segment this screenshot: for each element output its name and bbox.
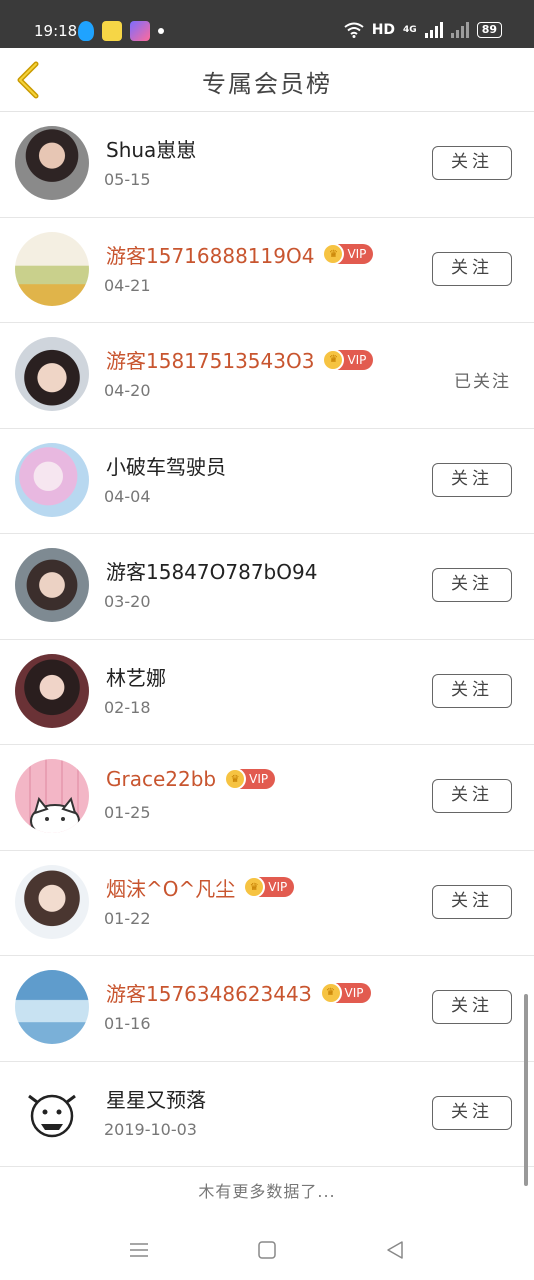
member-date: 02-18 — [104, 697, 151, 717]
member-list[interactable]: Shua崽崽 05-15 关注 游客15716888119O4 ♛ VIP 04-… — [0, 112, 534, 1167]
member-date: 01-25 — [104, 803, 151, 822]
scrollbar[interactable] — [524, 994, 528, 1186]
avatar[interactable] — [15, 548, 89, 622]
follow-button[interactable]: 关注 — [432, 1095, 512, 1130]
avatar[interactable] — [15, 864, 89, 939]
follow-button[interactable]: 关注 — [432, 884, 512, 919]
member-name[interactable]: 烟沫^O^凡尘 — [106, 873, 235, 902]
wifi-icon — [344, 22, 364, 38]
member-row[interactable]: 烟沫^O^凡尘 ♛ VIP 01-22 关注 — [0, 851, 534, 956]
avatar[interactable] — [15, 759, 89, 833]
app-icon — [130, 21, 150, 41]
app-header: 专属会员榜 — [0, 48, 534, 112]
signal-type: 4G — [403, 25, 417, 35]
page-title: 专属会员榜 — [202, 70, 332, 98]
follow-button[interactable]: 关注 — [432, 146, 512, 180]
avatar[interactable] — [15, 442, 89, 517]
square-icon — [258, 1241, 276, 1259]
status-bar: 19:18 HD 4G 89 — [0, 0, 534, 48]
signal-2-icon — [450, 22, 469, 38]
member-row[interactable]: 星星又预落 2019-10-03 关注 — [0, 1062, 534, 1167]
vip-badge: ♛ VIP — [322, 348, 374, 371]
member-row[interactable]: 林艺娜 02-18 关注 — [0, 640, 534, 745]
no-more-data-text: 木有更多数据了... — [198, 1182, 336, 1201]
follow-button[interactable]: 关注 — [432, 462, 512, 497]
crown-icon: ♛ — [243, 876, 266, 898]
member-row[interactable]: 游客157634862344З ♛ VIP 01-16 关注 — [0, 956, 534, 1062]
signal-icon — [424, 22, 443, 38]
vip-badge: ♛ VIP — [322, 243, 374, 265]
member-name[interactable]: 星星又预落 — [106, 1084, 206, 1113]
member-date: 04-21 — [104, 275, 151, 295]
vip-badge: ♛ VIP — [243, 876, 295, 898]
member-name[interactable]: 林艺娜 — [106, 662, 166, 691]
member-row[interactable]: Grace22bb ♛ VIP 01-25 关注 — [0, 745, 534, 851]
crown-icon: ♛ — [319, 981, 342, 1004]
member-name[interactable]: 游客15716888119O4 — [106, 240, 314, 269]
avatar[interactable] — [15, 126, 89, 200]
member-name[interactable]: 游客15847O787bO94 — [106, 556, 317, 585]
crown-icon: ♛ — [322, 348, 345, 371]
member-name[interactable]: 小破车驾驶员 — [106, 451, 226, 480]
more-notifications-icon — [158, 28, 164, 34]
emoji-app-icon — [102, 21, 122, 41]
status-time: 19:18 — [34, 22, 78, 40]
member-row[interactable]: 游客15716888119O4 ♛ VIP 04-21 关注 — [0, 218, 534, 323]
crown-icon: ♛ — [224, 768, 247, 790]
member-date: 03-20 — [104, 592, 151, 611]
vip-badge: ♛ VIP — [319, 981, 371, 1004]
follow-button[interactable]: 关注 — [432, 251, 512, 286]
member-date: 05-15 — [104, 170, 151, 189]
qq-icon — [78, 21, 94, 41]
member-date: 01-22 — [104, 908, 151, 928]
follow-button[interactable]: 关注 — [432, 673, 512, 708]
status-right: HD 4G 89 — [344, 22, 502, 38]
member-row[interactable]: 小破车驾驶员 04-04 关注 — [0, 429, 534, 534]
member-row[interactable]: 游客15847O787bO94 03-20 关注 — [0, 534, 534, 640]
member-date: 2019-10-03 — [104, 1119, 197, 1139]
crown-icon: ♛ — [322, 243, 345, 265]
triangle-back-icon — [387, 1241, 403, 1259]
follow-button[interactable]: 关注 — [432, 990, 512, 1024]
cartoon-face-icon — [28, 1094, 76, 1137]
member-date: 04-04 — [104, 486, 151, 506]
avatar[interactable] — [15, 1075, 89, 1150]
home-button[interactable] — [256, 1238, 282, 1262]
member-name[interactable]: 游客157634862344З — [106, 978, 312, 1007]
back-nav-button[interactable] — [384, 1238, 410, 1262]
follow-button[interactable]: 关注 — [432, 568, 512, 602]
avatar[interactable] — [15, 970, 89, 1044]
member-date: 04-20 — [104, 381, 151, 400]
avatar[interactable] — [15, 231, 89, 306]
vip-badge: ♛ VIP — [224, 768, 276, 790]
member-date: 01-16 — [104, 1014, 151, 1033]
member-row[interactable]: Shua崽崽 05-15 关注 — [0, 112, 534, 218]
member-name[interactable]: Shua崽崽 — [106, 134, 196, 163]
avatar[interactable] — [15, 653, 89, 728]
cat-icon — [30, 796, 80, 833]
notification-icons — [78, 21, 164, 41]
follow-button[interactable]: 关注 — [432, 779, 512, 813]
network-type: HD — [371, 22, 396, 38]
menu-icon — [130, 1243, 148, 1257]
member-row[interactable]: 游客15817513543O3 ♛ VIP 04-20 已关注 — [0, 323, 534, 429]
member-name[interactable]: Grace22bb — [106, 767, 216, 791]
system-nav-bar — [0, 1220, 534, 1280]
followed-label[interactable]: 已关注 — [454, 367, 511, 392]
member-name[interactable]: 游客15817513543O3 — [106, 345, 314, 374]
battery-icon: 89 — [476, 22, 502, 38]
avatar[interactable] — [15, 337, 89, 411]
menu-button[interactable] — [128, 1238, 154, 1262]
